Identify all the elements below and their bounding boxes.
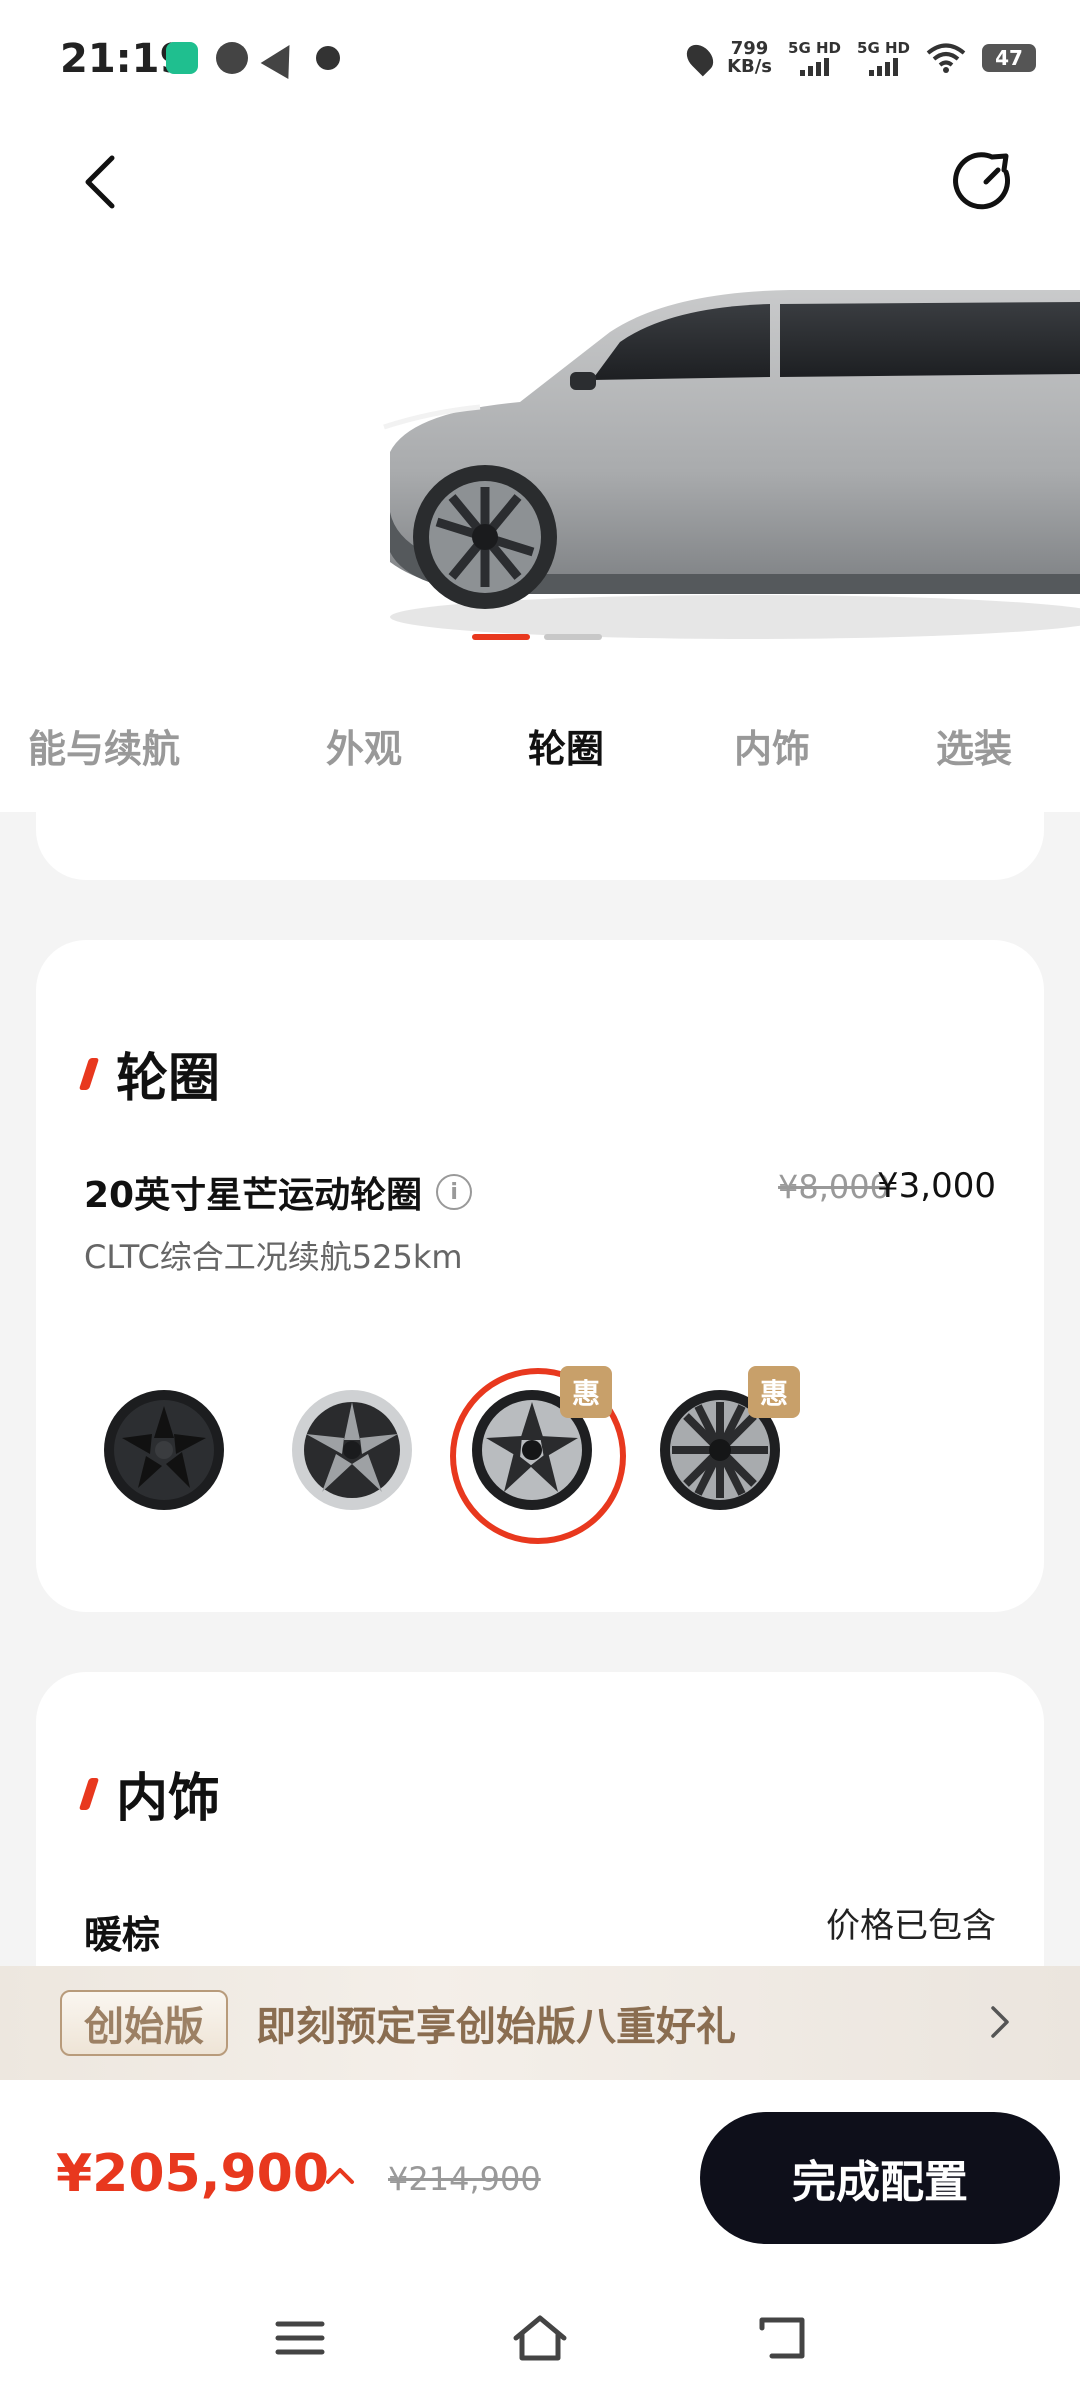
telegram-icon xyxy=(260,37,304,79)
battery-icon: 47 xyxy=(982,44,1036,72)
signal-bars-icon xyxy=(800,57,830,76)
sf-express-icon xyxy=(316,46,340,70)
wheels-section: 轮圈 20英寸星芒运动轮圈 i CLTC综合工况续航525km ¥8,000 ¥… xyxy=(36,940,1044,1612)
status-bar: 21:19 799 KB/s 5G HD 5G HD 47 xyxy=(0,0,1080,112)
network-speed: 799 KB/s xyxy=(727,40,772,76)
signal-bars-icon xyxy=(869,57,898,76)
system-status: 799 KB/s 5G HD 5G HD 47 xyxy=(681,38,1036,77)
deal-badge: 惠 xyxy=(560,1366,612,1418)
promo-text: 即刻预定享创始版八重好礼 xyxy=(256,2004,736,2050)
signal-sim1: 5G HD xyxy=(788,38,842,76)
wheels-title: 轮圈 xyxy=(116,1049,221,1109)
notification-icons xyxy=(166,37,340,79)
location-icon xyxy=(681,39,719,77)
carousel-dot[interactable] xyxy=(544,634,602,640)
chevron-right-icon xyxy=(991,2006,1009,2038)
signal-sim2: 5G HD xyxy=(857,38,910,76)
carousel-indicator xyxy=(472,634,602,640)
carousel-dot[interactable] xyxy=(472,634,530,640)
tab-exterior[interactable]: 外观 xyxy=(326,718,402,773)
wheel-black-aero-icon xyxy=(104,1390,224,1510)
previous-section-card xyxy=(36,770,1044,880)
wheel-current-price: ¥3,000 xyxy=(877,1166,996,1206)
tab-options[interactable]: 选装 xyxy=(936,718,1012,773)
system-nav-bar xyxy=(0,2270,1080,2400)
section-title: 轮圈 xyxy=(78,1036,221,1111)
network-speed-unit: KB/s xyxy=(727,56,773,77)
accent-mark-icon xyxy=(78,1057,100,1090)
sim2-label: 5G HD xyxy=(857,38,910,57)
interior-price-note: 价格已包含 xyxy=(826,1906,996,1946)
wheel-name-text: 20英寸星芒运动轮圈 xyxy=(84,1175,423,1216)
back-nav-icon[interactable] xyxy=(752,2310,812,2366)
deal-badge: 惠 xyxy=(748,1366,800,1418)
selected-wheel: 20英寸星芒运动轮圈 i xyxy=(84,1166,473,1218)
original-total-price: ¥214,900 xyxy=(388,2160,541,2198)
tab-wheels[interactable]: 轮圈 xyxy=(528,718,604,773)
app-notification-icon xyxy=(166,42,198,74)
menu-icon[interactable] xyxy=(270,2310,330,2366)
wheel-option[interactable]: 惠 xyxy=(650,1366,800,1520)
sim1-label: 5G HD xyxy=(788,38,842,57)
total-price: ¥205,900 xyxy=(56,2144,330,2204)
promo-banner[interactable]: 创始版 即刻预定享创始版八重好礼 xyxy=(0,1966,1080,2080)
wheel-original-price: ¥8,000 xyxy=(778,1168,890,1206)
refresh-button[interactable] xyxy=(952,148,1020,216)
wheel-option[interactable] xyxy=(94,1380,234,1520)
chat-notification-icon xyxy=(216,42,248,74)
wheel-option-selected[interactable]: 惠 xyxy=(450,1366,626,1544)
wheel-option[interactable] xyxy=(282,1380,422,1520)
interior-color-name: 暖棕 xyxy=(84,1913,161,1957)
wheel-range: CLTC综合工况续航525km xyxy=(84,1238,463,1276)
tab-performance[interactable]: 能与续航 xyxy=(28,718,180,773)
info-icon[interactable]: i xyxy=(436,1174,473,1210)
tab-interior[interactable]: 内饰 xyxy=(734,718,810,773)
section-title: 内饰 xyxy=(78,1756,221,1831)
wifi-icon xyxy=(926,43,966,73)
back-button[interactable] xyxy=(70,152,130,212)
wheel-silver-star-icon xyxy=(292,1390,412,1510)
chevron-up-icon[interactable] xyxy=(322,2158,358,2194)
home-icon[interactable] xyxy=(510,2310,570,2366)
complete-config-button[interactable]: 完成配置 xyxy=(700,2112,1060,2244)
refresh-icon xyxy=(953,152,1011,210)
price-summary-bar: ¥205,900 ¥214,900 完成配置 xyxy=(0,2080,1080,2270)
chevron-left-icon xyxy=(85,155,115,209)
interior-title: 内饰 xyxy=(116,1769,221,1829)
accent-mark-icon xyxy=(78,1777,100,1810)
founder-edition-badge: 创始版 xyxy=(60,1990,228,2056)
